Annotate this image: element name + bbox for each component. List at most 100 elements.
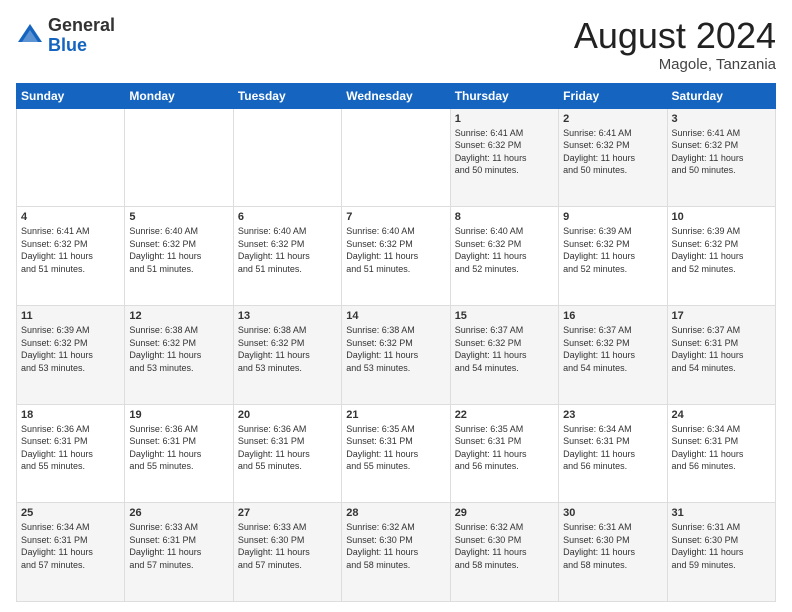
calendar-header-sunday: Sunday xyxy=(17,83,125,108)
calendar-cell: 26 Sunrise: 6:33 AM Sunset: 6:31 PM Dayli… xyxy=(125,503,233,602)
calendar-cell: 9Sunrise: 6:39 AM Sunset: 6:32 PM Daylig… xyxy=(559,207,667,306)
calendar-week-2: 11 Sunrise: 6:39 AM Sunset: 6:32 PM Dayli… xyxy=(17,305,776,404)
day-info: Sunrise: 6:40 AM Sunset: 6:32 PM Dayligh… xyxy=(346,225,445,275)
calendar-cell: 22 Sunrise: 6:35 AM Sunset: 6:31 PM Dayli… xyxy=(450,404,558,503)
calendar-cell: 10 Sunrise: 6:39 AM Sunset: 6:32 PM Dayli… xyxy=(667,207,775,306)
day-number: 11 xyxy=(21,310,120,322)
day-number: 20 xyxy=(238,409,337,421)
day-info: Sunrise: 6:35 AM Sunset: 6:31 PM Dayligh… xyxy=(455,423,554,473)
day-info: Sunrise: 6:40 AM Sunset: 6:32 PM Dayligh… xyxy=(455,225,554,275)
calendar-week-0: 1 Sunrise: 6:41 AM Sunset: 6:32 PM Daylig… xyxy=(17,108,776,207)
page: General Blue August 2024 Magole, Tanzani… xyxy=(0,0,792,612)
day-info: Sunrise: 6:39 AM Sunset: 6:32 PM Dayligh… xyxy=(21,324,120,374)
day-number: 22 xyxy=(455,409,554,421)
location: Magole, Tanzania xyxy=(574,56,776,73)
calendar-cell: 27 Sunrise: 6:33 AM Sunset: 6:30 PM Dayli… xyxy=(233,503,341,602)
calendar-cell: 20 Sunrise: 6:36 AM Sunset: 6:31 PM Dayli… xyxy=(233,404,341,503)
day-number: 25 xyxy=(21,507,120,519)
calendar-cell: 14Sunrise: 6:38 AM Sunset: 6:32 PM Dayli… xyxy=(342,305,450,404)
day-number: 18 xyxy=(21,409,120,421)
calendar-table: SundayMondayTuesdayWednesdayThursdayFrid… xyxy=(16,83,776,602)
day-info: Sunrise: 6:37 AM Sunset: 6:32 PM Dayligh… xyxy=(563,324,662,374)
day-number: 14 xyxy=(346,310,445,322)
calendar-cell: 3Sunrise: 6:41 AM Sunset: 6:32 PM Daylig… xyxy=(667,108,775,207)
day-number: 5 xyxy=(129,211,228,223)
day-info: Sunrise: 6:33 AM Sunset: 6:30 PM Dayligh… xyxy=(238,521,337,571)
calendar-cell: 12Sunrise: 6:38 AM Sunset: 6:32 PM Dayli… xyxy=(125,305,233,404)
day-number: 9 xyxy=(563,211,662,223)
day-number: 30 xyxy=(563,507,662,519)
day-number: 3 xyxy=(672,113,771,125)
day-info: Sunrise: 6:40 AM Sunset: 6:32 PM Dayligh… xyxy=(238,225,337,275)
month-year: August 2024 xyxy=(574,16,776,56)
calendar-cell: 2 Sunrise: 6:41 AM Sunset: 6:32 PM Daylig… xyxy=(559,108,667,207)
header: General Blue August 2024 Magole, Tanzani… xyxy=(16,16,776,73)
day-number: 31 xyxy=(672,507,771,519)
day-info: Sunrise: 6:39 AM Sunset: 6:32 PM Dayligh… xyxy=(672,225,771,275)
day-number: 17 xyxy=(672,310,771,322)
day-info: Sunrise: 6:32 AM Sunset: 6:30 PM Dayligh… xyxy=(346,521,445,571)
day-info: Sunrise: 6:41 AM Sunset: 6:32 PM Dayligh… xyxy=(563,127,662,177)
calendar-header-row: SundayMondayTuesdayWednesdayThursdayFrid… xyxy=(17,83,776,108)
day-number: 27 xyxy=(238,507,337,519)
day-info: Sunrise: 6:41 AM Sunset: 6:32 PM Dayligh… xyxy=(21,225,120,275)
calendar-cell: 31 Sunrise: 6:31 AM Sunset: 6:30 PM Dayli… xyxy=(667,503,775,602)
calendar-header-thursday: Thursday xyxy=(450,83,558,108)
calendar-cell: 1 Sunrise: 6:41 AM Sunset: 6:32 PM Daylig… xyxy=(450,108,558,207)
day-number: 24 xyxy=(672,409,771,421)
calendar-week-1: 4Sunrise: 6:41 AM Sunset: 6:32 PM Daylig… xyxy=(17,207,776,306)
logo-blue: Blue xyxy=(48,35,87,55)
calendar-cell xyxy=(342,108,450,207)
calendar-cell: 5 Sunrise: 6:40 AM Sunset: 6:32 PM Daylig… xyxy=(125,207,233,306)
calendar-header-tuesday: Tuesday xyxy=(233,83,341,108)
calendar-cell: 28 Sunrise: 6:32 AM Sunset: 6:30 PM Dayli… xyxy=(342,503,450,602)
calendar-cell xyxy=(17,108,125,207)
day-number: 19 xyxy=(129,409,228,421)
day-number: 7 xyxy=(346,211,445,223)
day-info: Sunrise: 6:32 AM Sunset: 6:30 PM Dayligh… xyxy=(455,521,554,571)
calendar-cell: 29 Sunrise: 6:32 AM Sunset: 6:30 PM Dayli… xyxy=(450,503,558,602)
calendar-cell: 8 Sunrise: 6:40 AM Sunset: 6:32 PM Daylig… xyxy=(450,207,558,306)
logo-general: General xyxy=(48,15,115,35)
calendar-cell: 30 Sunrise: 6:31 AM Sunset: 6:30 PM Dayli… xyxy=(559,503,667,602)
day-info: Sunrise: 6:38 AM Sunset: 6:32 PM Dayligh… xyxy=(238,324,337,374)
day-number: 8 xyxy=(455,211,554,223)
day-info: Sunrise: 6:35 AM Sunset: 6:31 PM Dayligh… xyxy=(346,423,445,473)
calendar-cell: 25 Sunrise: 6:34 AM Sunset: 6:31 PM Dayli… xyxy=(17,503,125,602)
calendar-week-4: 25 Sunrise: 6:34 AM Sunset: 6:31 PM Dayli… xyxy=(17,503,776,602)
day-info: Sunrise: 6:40 AM Sunset: 6:32 PM Dayligh… xyxy=(129,225,228,275)
calendar-header-saturday: Saturday xyxy=(667,83,775,108)
day-number: 29 xyxy=(455,507,554,519)
calendar-cell: 17 Sunrise: 6:37 AM Sunset: 6:31 PM Dayli… xyxy=(667,305,775,404)
calendar-cell: 11 Sunrise: 6:39 AM Sunset: 6:32 PM Dayli… xyxy=(17,305,125,404)
calendar-cell: 18 Sunrise: 6:36 AM Sunset: 6:31 PM Dayli… xyxy=(17,404,125,503)
day-number: 26 xyxy=(129,507,228,519)
day-info: Sunrise: 6:41 AM Sunset: 6:32 PM Dayligh… xyxy=(455,127,554,177)
day-info: Sunrise: 6:37 AM Sunset: 6:31 PM Dayligh… xyxy=(672,324,771,374)
day-number: 16 xyxy=(563,310,662,322)
day-info: Sunrise: 6:31 AM Sunset: 6:30 PM Dayligh… xyxy=(672,521,771,571)
day-number: 10 xyxy=(672,211,771,223)
day-number: 28 xyxy=(346,507,445,519)
day-info: Sunrise: 6:33 AM Sunset: 6:31 PM Dayligh… xyxy=(129,521,228,571)
calendar-week-3: 18 Sunrise: 6:36 AM Sunset: 6:31 PM Dayli… xyxy=(17,404,776,503)
day-info: Sunrise: 6:37 AM Sunset: 6:32 PM Dayligh… xyxy=(455,324,554,374)
day-info: Sunrise: 6:34 AM Sunset: 6:31 PM Dayligh… xyxy=(672,423,771,473)
day-number: 1 xyxy=(455,113,554,125)
day-number: 23 xyxy=(563,409,662,421)
calendar-cell xyxy=(233,108,341,207)
day-number: 2 xyxy=(563,113,662,125)
day-info: Sunrise: 6:36 AM Sunset: 6:31 PM Dayligh… xyxy=(238,423,337,473)
logo: General Blue xyxy=(16,16,115,56)
calendar-cell: 15Sunrise: 6:37 AM Sunset: 6:32 PM Dayli… xyxy=(450,305,558,404)
calendar-header-wednesday: Wednesday xyxy=(342,83,450,108)
day-info: Sunrise: 6:31 AM Sunset: 6:30 PM Dayligh… xyxy=(563,521,662,571)
day-info: Sunrise: 6:34 AM Sunset: 6:31 PM Dayligh… xyxy=(21,521,120,571)
day-info: Sunrise: 6:36 AM Sunset: 6:31 PM Dayligh… xyxy=(21,423,120,473)
day-info: Sunrise: 6:38 AM Sunset: 6:32 PM Dayligh… xyxy=(129,324,228,374)
logo-icon xyxy=(16,22,44,50)
calendar-header-friday: Friday xyxy=(559,83,667,108)
calendar-cell: 4Sunrise: 6:41 AM Sunset: 6:32 PM Daylig… xyxy=(17,207,125,306)
calendar-cell: 16 Sunrise: 6:37 AM Sunset: 6:32 PM Dayli… xyxy=(559,305,667,404)
calendar-cell: 23Sunrise: 6:34 AM Sunset: 6:31 PM Dayli… xyxy=(559,404,667,503)
